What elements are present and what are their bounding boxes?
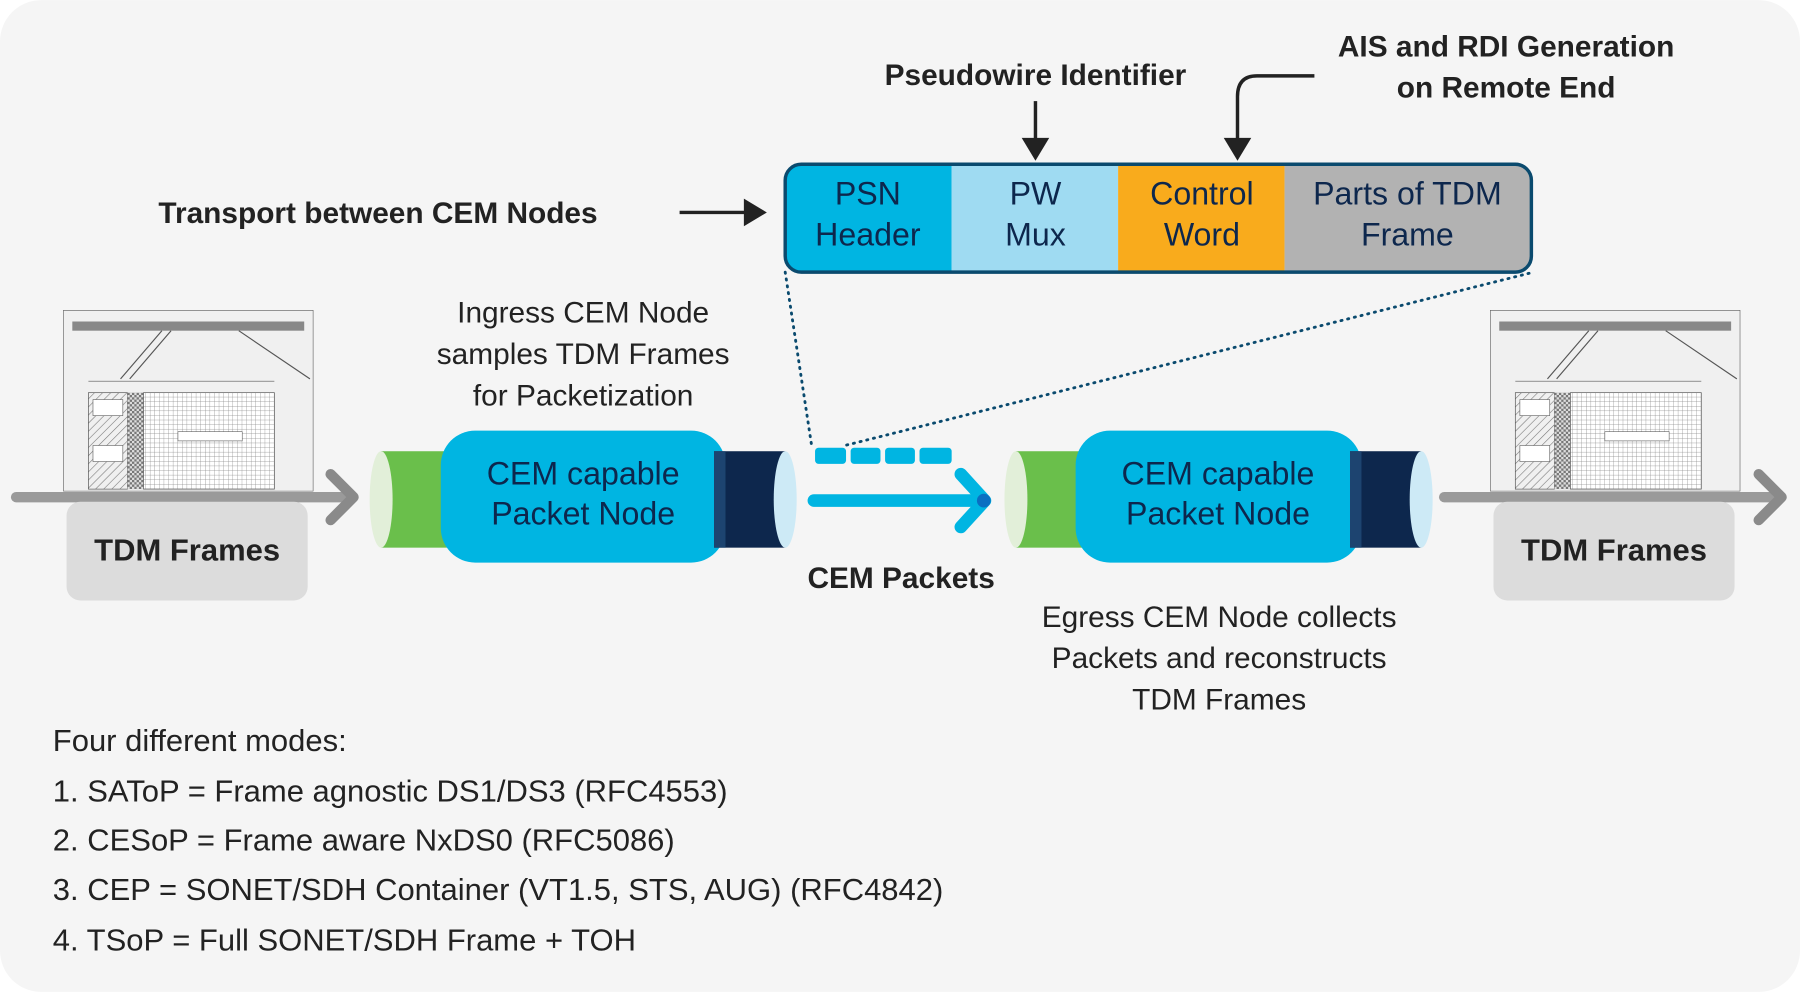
tdm-frames-left: TDM Frames: [10, 310, 359, 601]
egress-desc-1: Egress CEM Node collects: [1042, 601, 1397, 634]
ais-rdi-label-line2: on Remote End: [1397, 72, 1616, 105]
tdm-frames-label: TDM Frames: [94, 532, 280, 567]
packet-structure: PSN Header PW Mux Control Word Parts of …: [783, 162, 1534, 274]
node-label-1: CEM capable: [487, 456, 680, 492]
transport-label: Transport between CEM Nodes: [158, 197, 597, 230]
pw-label-1: PW: [1010, 175, 1062, 211]
mode-item: 1. SAToP = Frame agnostic DS1/DS3 (RFC45…: [53, 773, 728, 808]
psn-label-2: Header: [815, 217, 921, 253]
node-label-1: CEM capable: [1122, 456, 1315, 492]
sonet-frame-image: [1490, 310, 1741, 492]
mode-item: 2. CESoP = Frame aware NxDS0 (RFC5086): [53, 823, 675, 858]
modes-title: Four different modes:: [53, 723, 347, 758]
sonet-frame-image: [63, 310, 314, 492]
tdm-parts-label-1: Parts of TDM: [1313, 175, 1502, 211]
mode-item: 4. TSoP = Full SONET/SDH Frame + TOH: [53, 923, 636, 958]
pseudowire-identifier-label: Pseudowire Identifier: [885, 59, 1187, 92]
control-label-1: Control: [1150, 175, 1254, 211]
pw-label-2: Mux: [1005, 217, 1066, 253]
tdm-parts-label-2: Frame: [1361, 217, 1454, 253]
egress-desc-2: Packets and reconstructs: [1052, 642, 1387, 675]
ais-rdi-label-line1: AIS and RDI Generation: [1338, 30, 1674, 63]
mode-item: 3. CEP = SONET/SDH Container (VT1.5, STS…: [53, 872, 944, 907]
tdm-frames-right: TDM Frames: [1438, 310, 1787, 601]
node-label-2: Packet Node: [491, 496, 675, 532]
ingress-desc-2: samples TDM Frames: [437, 338, 730, 371]
control-label-2: Word: [1164, 217, 1240, 253]
cem-diagram: Pseudowire Identifier AIS and RDI Genera…: [0, 0, 1800, 992]
node-label-2: Packet Node: [1126, 496, 1310, 532]
ingress-desc-1: Ingress CEM Node: [457, 297, 709, 330]
cem-packets-label: CEM Packets: [807, 562, 994, 595]
egress-desc-3: TDM Frames: [1132, 684, 1306, 717]
tdm-frames-label: TDM Frames: [1521, 532, 1707, 567]
ingress-desc-3: for Packetization: [473, 379, 694, 412]
psn-label-1: PSN: [835, 175, 901, 211]
